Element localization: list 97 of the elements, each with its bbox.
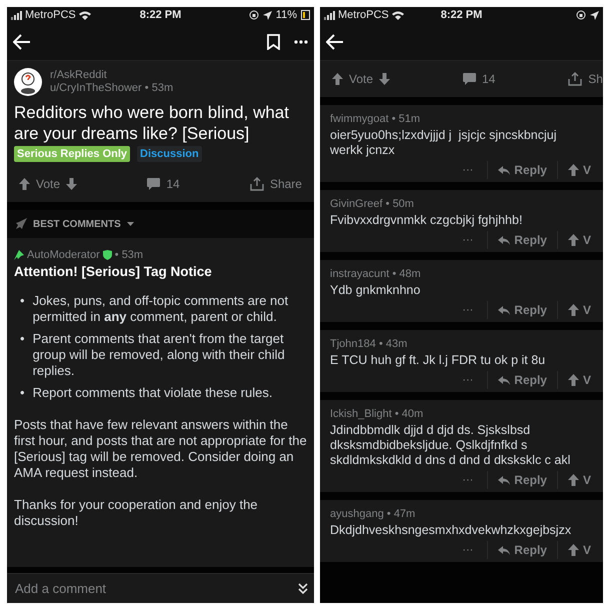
rotation-lock-icon <box>576 10 586 20</box>
upvote-button[interactable]: V <box>556 541 593 559</box>
bookmark-icon[interactable] <box>267 34 280 50</box>
subreddit-avatar <box>14 68 42 96</box>
location-icon <box>262 10 272 20</box>
reply-button[interactable]: Reply <box>487 231 557 249</box>
reply-button[interactable]: Reply <box>487 471 557 489</box>
comment-field[interactable]: Add a comment <box>7 573 314 603</box>
comment-author[interactable]: Tjohn184 • 43m <box>330 337 408 351</box>
comment-paragraph: Thanks for your cooperation and enjoy the discussion! <box>14 497 259 529</box>
comment-author[interactable]: AutoModerator <box>27 248 100 262</box>
subreddit-name[interactable]: r/AskReddit <box>50 69 174 82</box>
comment-author[interactable]: Ickish_Blight • 40m <box>330 407 424 421</box>
upvote-icon <box>568 164 579 176</box>
upvote-icon <box>568 304 579 316</box>
reply-icon <box>498 376 510 384</box>
reply-icon <box>498 306 510 314</box>
comment-count: 14 <box>166 177 180 191</box>
upvote-icon[interactable] <box>332 73 343 85</box>
reply-button[interactable]: Reply <box>487 161 557 179</box>
reply-icon <box>498 476 510 484</box>
rule-item: Jokes, puns, and off-topic comments are not permitted in any comment, parent or child. <box>32 293 290 325</box>
bullet-marker: • <box>20 331 25 348</box>
signal-icon <box>324 10 336 20</box>
share-icon <box>250 177 264 191</box>
comment-body: Ydb gnkmknhno <box>330 283 422 298</box>
comment-author[interactable]: ayushgang • 47m <box>330 507 416 521</box>
share-icon <box>568 72 582 86</box>
upvote-icon <box>568 374 579 386</box>
sort-label[interactable]: BEST COMMENTS <box>33 218 121 230</box>
more-button[interactable]: ··· <box>448 164 488 176</box>
comment-input[interactable]: Add a comment <box>13 580 298 597</box>
share-button[interactable]: Share <box>250 177 302 191</box>
location-icon <box>590 10 599 20</box>
carrier-name: MetroPCS <box>25 9 76 21</box>
comment-body: E TCU huh gf ft. Jk l.j FDR tu ok p it 8u <box>330 353 546 368</box>
more-button[interactable]: ··· <box>448 374 488 386</box>
back-icon[interactable] <box>326 34 344 50</box>
rotation-lock-icon <box>248 10 259 20</box>
vote-label: Vote <box>36 177 60 191</box>
bullet-marker: • <box>20 293 25 310</box>
upvote-button[interactable]: V <box>556 371 593 389</box>
upvote-button[interactable]: V <box>556 161 593 179</box>
downvote-icon[interactable] <box>66 178 78 190</box>
status-time: 8:22 PM <box>140 9 182 21</box>
caret-icon[interactable] <box>126 222 134 226</box>
comment-author[interactable]: fwimmygoat • 51m <box>330 112 420 126</box>
upvote-button[interactable]: V <box>556 471 593 489</box>
bullet-marker: • <box>20 385 25 401</box>
comment-age: • 53m <box>114 248 144 262</box>
post-author[interactable]: u/CryInTheShower • 53m <box>50 82 174 95</box>
more-button[interactable]: ··· <box>448 544 488 556</box>
upvote-icon[interactable] <box>19 178 30 190</box>
upvote-button[interactable]: V <box>556 301 593 319</box>
reply-icon <box>498 546 510 554</box>
more-button[interactable]: ··· <box>448 304 488 316</box>
comment-count: 14 <box>482 72 496 86</box>
more-button[interactable]: ··· <box>448 234 488 246</box>
reply-button[interactable]: Reply <box>487 301 557 319</box>
more-button[interactable]: ··· <box>448 474 488 486</box>
signal-icon <box>11 10 23 20</box>
rule-item: Parent comments that aren't from the target group will be removed, along with their child replies. <box>32 331 286 379</box>
upvote-button[interactable]: V <box>556 231 593 249</box>
carrier-name: MetroPCS <box>338 9 389 21</box>
comment-body: oier5yuo0hs;lzxdvjjjd j jsjcjc sjncskbncjuj werkk jcnzx <box>330 128 558 158</box>
battery-icon <box>301 10 310 20</box>
comment-body: Jdindbbmdlk djjd d djd ds. Sjskslbsd dksksmdbidbeksljdue. Qslkdjfnfkd s skdldmkskdkld d dns d dnd d dksksklc c akl <box>330 423 572 468</box>
wifi-icon <box>78 10 91 20</box>
back-icon[interactable] <box>13 34 31 50</box>
share-button[interactable]: Sh <box>568 72 603 86</box>
comment-paragraph: Posts that have few relevant answers within the first hour, and posts that are not appropriate for the [Serious] tag will be removed. Consider doing an AMA request instead. <box>14 417 307 481</box>
comment-icon <box>147 178 160 190</box>
flair-tag: Discussion <box>137 146 202 162</box>
more-icon[interactable] <box>294 40 308 44</box>
comment-icon <box>462 73 476 85</box>
comment-body: Dkdjdhveskhsngesmxhxdvekwhzkxgejbsjzx <box>330 523 572 538</box>
comment-body: Fvibvxxdrgvnmkk czgcbjkj fghjhhb! <box>330 213 524 228</box>
downvote-icon[interactable] <box>379 73 390 85</box>
battery-percent: 11% <box>276 9 297 21</box>
reply-button[interactable]: Reply <box>487 541 557 559</box>
comment-author[interactable]: GivinGreef • 50m <box>330 197 414 211</box>
status-time: 8:22 PM <box>440 9 482 21</box>
reply-button[interactable]: Reply <box>487 371 557 389</box>
vote-label: Vote <box>349 72 374 86</box>
comment-heading: Attention! [Serious] Tag Notice <box>14 264 213 279</box>
upvote-icon <box>568 474 579 486</box>
comment-author[interactable]: instrayacunt • 48m <box>330 267 421 281</box>
collapse-icon[interactable] <box>298 582 308 594</box>
wifi-icon <box>392 10 404 20</box>
rule-item: Report comments that violate these rules. <box>32 385 272 401</box>
flair-tag: Serious Replies Only <box>14 146 130 162</box>
post-title: Redditors who were born blind, what are your dreams like? [Serious] <box>14 102 290 144</box>
rocket-icon <box>15 218 27 230</box>
upvote-icon <box>568 234 579 246</box>
upvote-icon <box>568 544 579 556</box>
reply-icon <box>498 166 510 174</box>
reply-icon <box>498 236 510 244</box>
